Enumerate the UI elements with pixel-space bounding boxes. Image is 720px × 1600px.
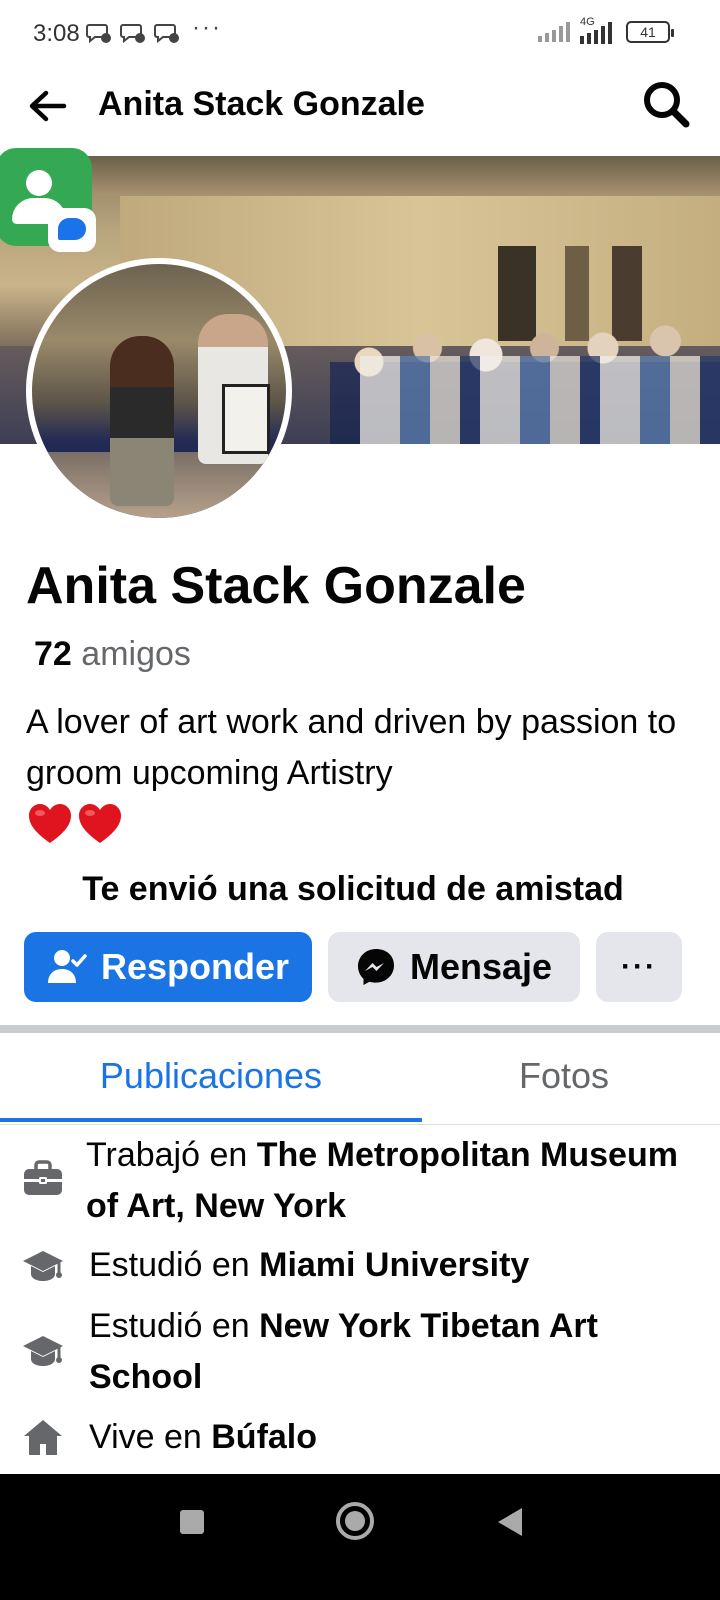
cover-ceiling <box>0 156 720 196</box>
bio-emoji <box>26 800 124 848</box>
detail-education-1-prefix: Estudió en <box>89 1246 260 1284</box>
detail-work-prefix: Trabajó en <box>86 1136 257 1174</box>
home-button-icon[interactable] <box>336 1502 374 1540</box>
search-icon[interactable] <box>640 78 692 130</box>
battery-icon: 41 <box>626 21 674 43</box>
more-notifications-indicator: ··· <box>192 14 222 41</box>
detail-work-text: Trabajó en The Metropolitan Museum of Ar… <box>86 1130 696 1232</box>
friends-count-number: 72 <box>34 635 72 673</box>
friends-count[interactable]: 72 amigos <box>34 634 191 674</box>
user-check-icon <box>47 950 87 983</box>
red-heart-icon <box>29 804 71 843</box>
detail-education-2-text: Estudió en New York Tibetan Art School <box>89 1301 699 1403</box>
network-type: 4G <box>580 16 595 28</box>
messenger-icon <box>357 949 394 985</box>
chat-bubble-icon <box>48 208 96 252</box>
status-time: 3:08 <box>33 20 80 47</box>
graduation-cap-icon <box>23 1336 63 1366</box>
graduation-cap-icon <box>23 1251 63 1281</box>
section-divider <box>0 1025 720 1033</box>
tab-photos[interactable]: Fotos <box>422 1033 706 1121</box>
profile-tabs: Publicaciones Fotos <box>0 1033 720 1125</box>
tab-posts[interactable]: Publicaciones <box>0 1033 422 1121</box>
message-button-label: Mensaje <box>409 946 553 987</box>
respond-button[interactable]: Responder <box>24 932 312 1002</box>
chat-notification-icon <box>154 24 179 44</box>
detail-home-value[interactable]: Búfalo <box>211 1418 317 1456</box>
signal-4g-indicator: 4G <box>578 16 618 44</box>
more-options-label: ··· <box>621 950 657 983</box>
detail-home-text: Vive en Búfalo <box>89 1412 699 1463</box>
messages-app-shortcut-icon[interactable] <box>0 148 96 252</box>
page-title: Anita Stack Gonzale <box>98 85 425 123</box>
more-options-button[interactable]: ··· <box>596 932 682 1002</box>
avatar-photo <box>32 264 286 518</box>
notification-icons <box>86 22 180 44</box>
briefcase-icon <box>24 1160 62 1195</box>
status-bar: 3:08 ··· 4G 41 <box>0 0 720 70</box>
detail-education-2-prefix: Estudió en <box>89 1307 260 1345</box>
avatar-person <box>110 336 174 506</box>
top-navigation: Anita Stack Gonzale <box>0 70 720 154</box>
detail-education-1-value[interactable]: Miami University <box>259 1246 529 1284</box>
red-heart-icon <box>79 804 121 843</box>
back-triangle-icon[interactable] <box>498 1508 522 1536</box>
chat-notification-icon <box>86 24 111 44</box>
cover-audience-seats <box>360 356 720 444</box>
avatar-artwork <box>222 384 270 454</box>
home-icon <box>24 1420 62 1455</box>
message-button[interactable]: Mensaje <box>328 932 580 1002</box>
profile-bio: A lover of art work and driven by passio… <box>26 703 677 792</box>
system-navigation-bar <box>0 1474 720 1600</box>
respond-button-label: Responder <box>100 946 290 987</box>
active-tab-indicator <box>0 1118 422 1122</box>
friends-count-label: amigos <box>81 635 191 673</box>
detail-home-prefix: Vive en <box>89 1418 212 1456</box>
person-icon <box>26 170 52 196</box>
recent-apps-icon[interactable] <box>180 1510 204 1534</box>
detail-education-1-text: Estudió en Miami University <box>89 1240 699 1291</box>
chat-notification-icon <box>120 24 145 44</box>
profile-avatar[interactable] <box>26 258 292 524</box>
profile-name: Anita Stack Gonzale <box>26 557 526 615</box>
friend-request-notice: Te envió una solicitud de amistad <box>82 870 624 908</box>
arrow-left-icon[interactable] <box>24 82 72 130</box>
signal-icon <box>538 22 570 42</box>
system-indicators: 4G 41 <box>538 16 674 44</box>
